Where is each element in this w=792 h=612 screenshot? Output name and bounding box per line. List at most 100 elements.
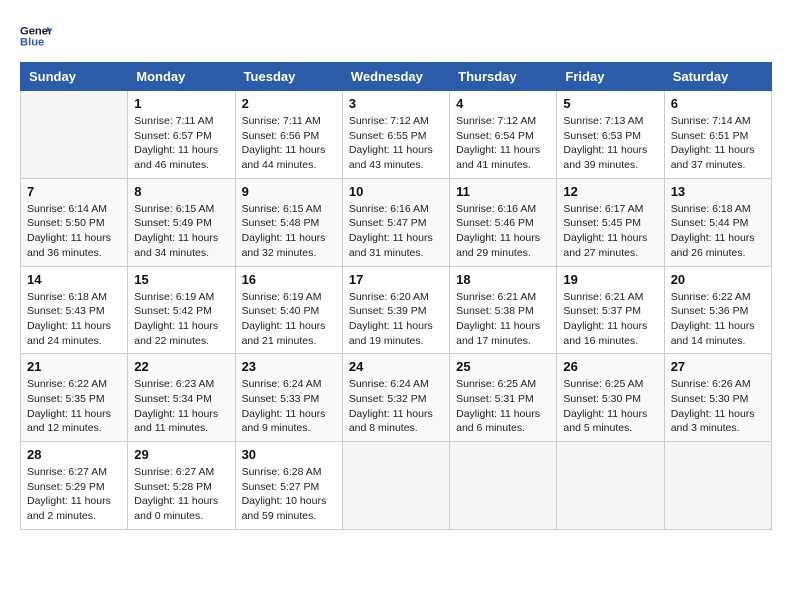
- day-number: 22: [134, 359, 228, 374]
- calendar-cell: 29 Sunrise: 6:27 AM Sunset: 5:28 PM Dayli…: [128, 442, 235, 530]
- calendar-cell: 22 Sunrise: 6:23 AM Sunset: 5:34 PM Dayli…: [128, 354, 235, 442]
- calendar-cell: 27 Sunrise: 6:26 AM Sunset: 5:30 PM Dayli…: [664, 354, 771, 442]
- calendar-cell: 11Sunrise: 6:16 AM Sunset: 5:46 PM Dayli…: [450, 178, 557, 266]
- calendar-week-row: 7 Sunrise: 6:14 AM Sunset: 5:50 PM Daylig…: [21, 178, 772, 266]
- day-info: Sunrise: 6:24 AM Sunset: 5:33 PM Dayligh…: [242, 377, 336, 436]
- day-number: 6: [671, 96, 765, 111]
- calendar-cell: 10 Sunrise: 6:16 AM Sunset: 5:47 PM Dayli…: [342, 178, 449, 266]
- day-number: 15: [134, 272, 228, 287]
- day-of-week-header: Wednesday: [342, 63, 449, 91]
- calendar-cell: 16 Sunrise: 6:19 AM Sunset: 5:40 PM Dayli…: [235, 266, 342, 354]
- svg-text:Blue: Blue: [20, 37, 44, 49]
- day-info: Sunrise: 6:24 AM Sunset: 5:32 PM Dayligh…: [349, 377, 443, 436]
- calendar-cell: 12Sunrise: 6:17 AM Sunset: 5:45 PM Dayli…: [557, 178, 664, 266]
- day-info: Sunrise: 7:12 AM Sunset: 6:54 PM Dayligh…: [456, 114, 550, 173]
- calendar-week-row: 28 Sunrise: 6:27 AM Sunset: 5:29 PM Dayli…: [21, 442, 772, 530]
- day-info: Sunrise: 6:23 AM Sunset: 5:34 PM Dayligh…: [134, 377, 228, 436]
- calendar-cell: 4Sunrise: 7:12 AM Sunset: 6:54 PM Daylig…: [450, 91, 557, 179]
- day-number: 5: [563, 96, 657, 111]
- day-number: 29: [134, 447, 228, 462]
- day-info: Sunrise: 6:27 AM Sunset: 5:28 PM Dayligh…: [134, 465, 228, 524]
- day-of-week-header: Friday: [557, 63, 664, 91]
- day-info: Sunrise: 7:11 AM Sunset: 6:57 PM Dayligh…: [134, 114, 228, 173]
- day-info: Sunrise: 7:12 AM Sunset: 6:55 PM Dayligh…: [349, 114, 443, 173]
- day-number: 14: [27, 272, 121, 287]
- day-number: 11: [456, 184, 550, 199]
- calendar-cell: 20 Sunrise: 6:22 AM Sunset: 5:36 PM Dayli…: [664, 266, 771, 354]
- calendar-table: SundayMondayTuesdayWednesdayThursdayFrid…: [20, 62, 772, 530]
- calendar-cell: 1Sunrise: 7:11 AM Sunset: 6:57 PM Daylig…: [128, 91, 235, 179]
- calendar-cell: 7 Sunrise: 6:14 AM Sunset: 5:50 PM Daylig…: [21, 178, 128, 266]
- day-info: Sunrise: 6:26 AM Sunset: 5:30 PM Dayligh…: [671, 377, 765, 436]
- day-number: 13: [671, 184, 765, 199]
- day-info: Sunrise: 6:28 AM Sunset: 5:27 PM Dayligh…: [242, 465, 336, 524]
- calendar-cell: 17 Sunrise: 6:20 AM Sunset: 5:39 PM Dayli…: [342, 266, 449, 354]
- day-info: Sunrise: 6:17 AM Sunset: 5:45 PM Dayligh…: [563, 202, 657, 261]
- day-info: Sunrise: 6:27 AM Sunset: 5:29 PM Dayligh…: [27, 465, 121, 524]
- day-info: Sunrise: 6:25 AM Sunset: 5:31 PM Dayligh…: [456, 377, 550, 436]
- day-number: 17: [349, 272, 443, 287]
- calendar-cell: 18Sunrise: 6:21 AM Sunset: 5:38 PM Dayli…: [450, 266, 557, 354]
- day-info: Sunrise: 6:14 AM Sunset: 5:50 PM Dayligh…: [27, 202, 121, 261]
- day-info: Sunrise: 6:15 AM Sunset: 5:48 PM Dayligh…: [242, 202, 336, 261]
- day-number: 26: [563, 359, 657, 374]
- calendar-cell: 8 Sunrise: 6:15 AM Sunset: 5:49 PM Daylig…: [128, 178, 235, 266]
- logo-icon: General Blue: [20, 20, 52, 52]
- calendar-cell: [21, 91, 128, 179]
- day-info: Sunrise: 6:22 AM Sunset: 5:36 PM Dayligh…: [671, 290, 765, 349]
- calendar-cell: 3 Sunrise: 7:12 AM Sunset: 6:55 PM Daylig…: [342, 91, 449, 179]
- day-info: Sunrise: 6:21 AM Sunset: 5:37 PM Dayligh…: [563, 290, 657, 349]
- calendar-week-row: 21Sunrise: 6:22 AM Sunset: 5:35 PM Dayli…: [21, 354, 772, 442]
- day-number: 28: [27, 447, 121, 462]
- day-number: 20: [671, 272, 765, 287]
- day-info: Sunrise: 6:18 AM Sunset: 5:44 PM Dayligh…: [671, 202, 765, 261]
- calendar-header-row: SundayMondayTuesdayWednesdayThursdayFrid…: [21, 63, 772, 91]
- day-of-week-header: Tuesday: [235, 63, 342, 91]
- day-info: Sunrise: 7:13 AM Sunset: 6:53 PM Dayligh…: [563, 114, 657, 173]
- day-info: Sunrise: 6:19 AM Sunset: 5:40 PM Dayligh…: [242, 290, 336, 349]
- calendar-cell: [342, 442, 449, 530]
- calendar-cell: 21Sunrise: 6:22 AM Sunset: 5:35 PM Dayli…: [21, 354, 128, 442]
- day-info: Sunrise: 6:15 AM Sunset: 5:49 PM Dayligh…: [134, 202, 228, 261]
- calendar-cell: 6 Sunrise: 7:14 AM Sunset: 6:51 PM Daylig…: [664, 91, 771, 179]
- calendar-cell: 30 Sunrise: 6:28 AM Sunset: 5:27 PM Dayli…: [235, 442, 342, 530]
- day-number: 24: [349, 359, 443, 374]
- logo: General Blue: [20, 20, 56, 52]
- calendar-week-row: 14 Sunrise: 6:18 AM Sunset: 5:43 PM Dayli…: [21, 266, 772, 354]
- day-number: 3: [349, 96, 443, 111]
- day-number: 8: [134, 184, 228, 199]
- day-number: 23: [242, 359, 336, 374]
- calendar-cell: 25Sunrise: 6:25 AM Sunset: 5:31 PM Dayli…: [450, 354, 557, 442]
- day-number: 21: [27, 359, 121, 374]
- day-info: Sunrise: 6:25 AM Sunset: 5:30 PM Dayligh…: [563, 377, 657, 436]
- calendar-cell: 26 Sunrise: 6:25 AM Sunset: 5:30 PM Dayli…: [557, 354, 664, 442]
- day-number: 19: [563, 272, 657, 287]
- day-info: Sunrise: 6:18 AM Sunset: 5:43 PM Dayligh…: [27, 290, 121, 349]
- day-number: 30: [242, 447, 336, 462]
- day-number: 16: [242, 272, 336, 287]
- day-number: 10: [349, 184, 443, 199]
- calendar-week-row: 1Sunrise: 7:11 AM Sunset: 6:57 PM Daylig…: [21, 91, 772, 179]
- day-number: 9: [242, 184, 336, 199]
- calendar-body: 1Sunrise: 7:11 AM Sunset: 6:57 PM Daylig…: [21, 91, 772, 530]
- calendar-cell: 15 Sunrise: 6:19 AM Sunset: 5:42 PM Dayli…: [128, 266, 235, 354]
- day-number: 2: [242, 96, 336, 111]
- day-of-week-header: Saturday: [664, 63, 771, 91]
- calendar-cell: 23 Sunrise: 6:24 AM Sunset: 5:33 PM Dayli…: [235, 354, 342, 442]
- day-info: Sunrise: 7:14 AM Sunset: 6:51 PM Dayligh…: [671, 114, 765, 173]
- calendar-cell: [450, 442, 557, 530]
- day-of-week-header: Sunday: [21, 63, 128, 91]
- day-number: 27: [671, 359, 765, 374]
- calendar-cell: 5 Sunrise: 7:13 AM Sunset: 6:53 PM Daylig…: [557, 91, 664, 179]
- calendar-cell: 13 Sunrise: 6:18 AM Sunset: 5:44 PM Dayli…: [664, 178, 771, 266]
- day-info: Sunrise: 6:16 AM Sunset: 5:47 PM Dayligh…: [349, 202, 443, 261]
- day-info: Sunrise: 6:20 AM Sunset: 5:39 PM Dayligh…: [349, 290, 443, 349]
- day-number: 7: [27, 184, 121, 199]
- calendar-cell: 19 Sunrise: 6:21 AM Sunset: 5:37 PM Dayli…: [557, 266, 664, 354]
- day-info: Sunrise: 7:11 AM Sunset: 6:56 PM Dayligh…: [242, 114, 336, 173]
- day-info: Sunrise: 6:19 AM Sunset: 5:42 PM Dayligh…: [134, 290, 228, 349]
- calendar-cell: 9 Sunrise: 6:15 AM Sunset: 5:48 PM Daylig…: [235, 178, 342, 266]
- page-header: General Blue: [20, 20, 772, 52]
- calendar-cell: [664, 442, 771, 530]
- calendar-cell: 24 Sunrise: 6:24 AM Sunset: 5:32 PM Dayli…: [342, 354, 449, 442]
